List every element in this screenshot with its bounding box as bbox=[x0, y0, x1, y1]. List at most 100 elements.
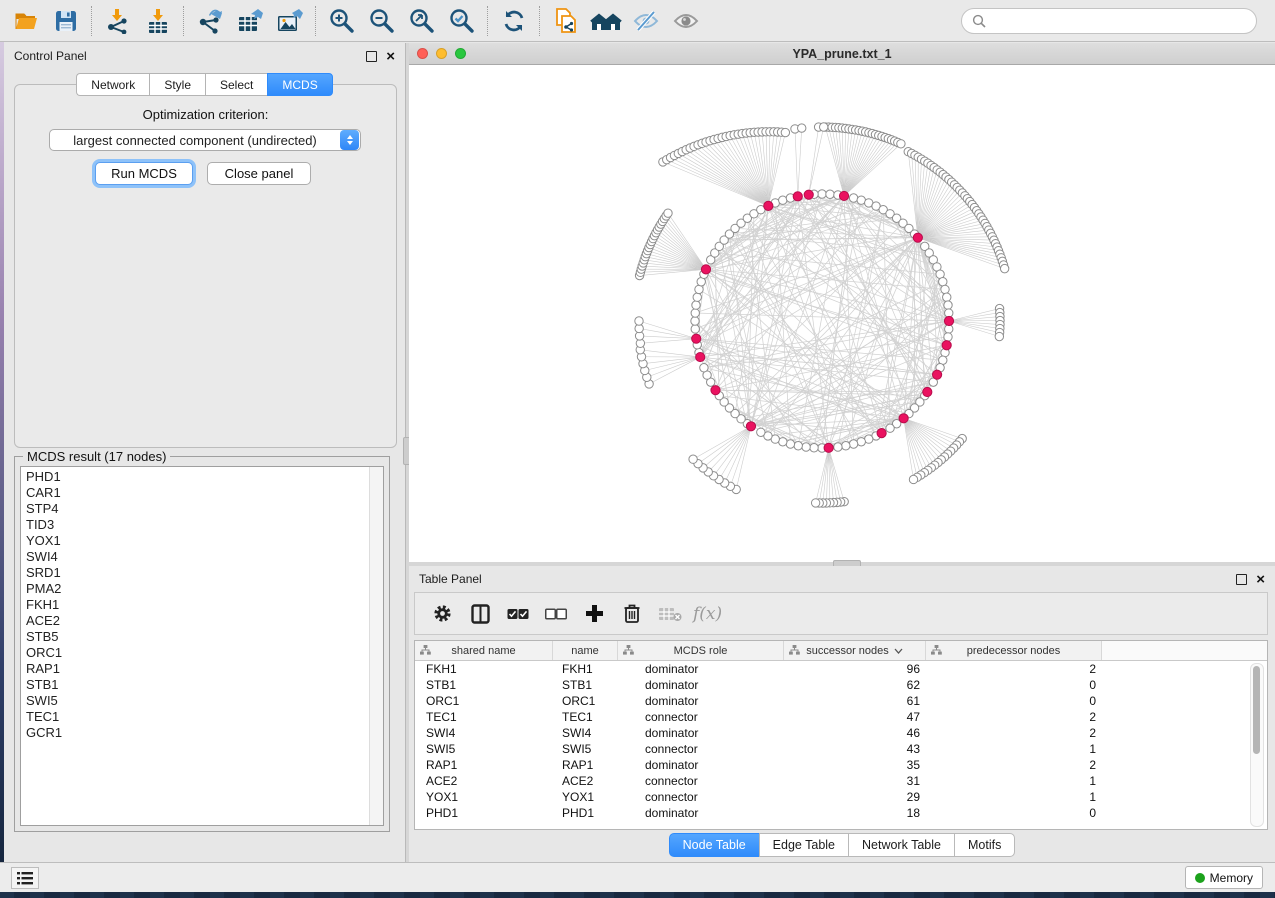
hide-selected-button[interactable] bbox=[626, 3, 666, 39]
export-table-button[interactable] bbox=[230, 3, 270, 39]
delete-column-button[interactable] bbox=[615, 597, 649, 631]
run-mcds-button[interactable]: Run MCDS bbox=[95, 162, 193, 185]
table-cell[interactable]: TEC1 bbox=[415, 709, 553, 725]
search-input[interactable] bbox=[992, 13, 1246, 29]
table-panel-float-button[interactable] bbox=[1236, 574, 1247, 585]
show-all-button[interactable] bbox=[666, 3, 706, 39]
table-cell[interactable]: connector bbox=[618, 709, 784, 725]
show-column-panel-button[interactable] bbox=[463, 597, 497, 631]
table-cell[interactable]: STB1 bbox=[415, 677, 553, 693]
table-row[interactable]: YOX1YOX1connector291 bbox=[415, 789, 1267, 805]
network-window-titlebar[interactable]: YPA_prune.txt_1 bbox=[409, 43, 1275, 65]
mcds-result-item[interactable]: ORC1 bbox=[21, 645, 369, 661]
table-row[interactable]: ACE2ACE2connector311 bbox=[415, 773, 1267, 789]
table-cell[interactable]: STB1 bbox=[553, 677, 618, 693]
table-cell[interactable]: dominator bbox=[618, 677, 784, 693]
mcds-result-item[interactable]: STB1 bbox=[21, 677, 369, 693]
table-cell[interactable]: 0 bbox=[926, 677, 1102, 693]
control-panel-float-button[interactable] bbox=[366, 51, 377, 62]
function-builder-button[interactable]: f(x) bbox=[693, 604, 722, 624]
save-session-button[interactable] bbox=[46, 3, 86, 39]
tab-motifs[interactable]: Motifs bbox=[954, 833, 1015, 857]
create-column-button[interactable] bbox=[577, 597, 611, 631]
table-cell[interactable]: 35 bbox=[784, 757, 926, 773]
table-panel-close-button[interactable]: × bbox=[1256, 574, 1265, 585]
mcds-result-item[interactable]: GCR1 bbox=[21, 725, 369, 741]
table-cell[interactable]: ORC1 bbox=[553, 693, 618, 709]
table-cell[interactable]: PHD1 bbox=[553, 805, 618, 821]
column-header-predecessor-nodes[interactable]: predecessor nodes bbox=[926, 641, 1102, 660]
delete-table-button[interactable] bbox=[653, 597, 687, 631]
table-cell[interactable]: dominator bbox=[618, 661, 784, 677]
tab-network-table[interactable]: Network Table bbox=[848, 833, 954, 857]
tab-select[interactable]: Select bbox=[205, 73, 267, 96]
refresh-button[interactable] bbox=[494, 3, 534, 39]
table-row[interactable]: TEC1TEC1connector472 bbox=[415, 709, 1267, 725]
table-cell[interactable]: RAP1 bbox=[415, 757, 553, 773]
column-header-shared-name[interactable]: shared name bbox=[415, 641, 553, 660]
table-cell[interactable]: FKH1 bbox=[415, 661, 553, 677]
duplicate-network-button[interactable] bbox=[546, 3, 586, 39]
mcds-result-list[interactable]: PHD1CAR1STP4TID3YOX1SWI4SRD1PMA2FKH1ACE2… bbox=[21, 469, 369, 825]
control-panel-close-button[interactable]: × bbox=[386, 51, 395, 62]
network-graph[interactable] bbox=[409, 65, 1275, 562]
table-cell[interactable]: 29 bbox=[784, 789, 926, 805]
tab-node-table[interactable]: Node Table bbox=[669, 833, 759, 857]
table-cell[interactable]: 0 bbox=[926, 805, 1102, 821]
table-scrollbar-thumb[interactable] bbox=[1253, 666, 1260, 754]
table-cell[interactable]: 18 bbox=[784, 805, 926, 821]
table-cell[interactable]: YOX1 bbox=[415, 789, 553, 805]
close-panel-button[interactable]: Close panel bbox=[207, 162, 311, 185]
table-cell[interactable]: 47 bbox=[784, 709, 926, 725]
table-cell[interactable]: 96 bbox=[784, 661, 926, 677]
column-header-successor-nodes[interactable]: successor nodes bbox=[784, 641, 926, 660]
table-cell[interactable]: 2 bbox=[926, 661, 1102, 677]
table-cell[interactable]: 1 bbox=[926, 789, 1102, 805]
mcds-result-item[interactable]: STB5 bbox=[21, 629, 369, 645]
table-cell[interactable]: TEC1 bbox=[553, 709, 618, 725]
mcds-result-item[interactable]: CAR1 bbox=[21, 485, 369, 501]
mcds-result-item[interactable]: TID3 bbox=[21, 517, 369, 533]
table-cell[interactable]: SWI5 bbox=[553, 741, 618, 757]
table-cell[interactable]: connector bbox=[618, 789, 784, 805]
table-cell[interactable]: 0 bbox=[926, 693, 1102, 709]
select-all-columns-button[interactable] bbox=[501, 597, 535, 631]
table-row[interactable]: FKH1FKH1dominator962 bbox=[415, 661, 1267, 677]
mcds-result-item[interactable]: RAP1 bbox=[21, 661, 369, 677]
table-cell[interactable]: dominator bbox=[618, 693, 784, 709]
first-neighbors-button[interactable] bbox=[586, 3, 626, 39]
mcds-result-item[interactable]: STP4 bbox=[21, 501, 369, 517]
table-row[interactable]: STB1STB1dominator620 bbox=[415, 677, 1267, 693]
mcds-result-item[interactable]: PHD1 bbox=[21, 469, 369, 485]
mcds-result-item[interactable]: SRD1 bbox=[21, 565, 369, 581]
network-canvas[interactable] bbox=[409, 65, 1275, 562]
table-cell[interactable]: RAP1 bbox=[553, 757, 618, 773]
table-cell[interactable]: 31 bbox=[784, 773, 926, 789]
import-table-button[interactable] bbox=[138, 3, 178, 39]
table-cell[interactable]: 61 bbox=[784, 693, 926, 709]
table-cell[interactable]: SWI4 bbox=[553, 725, 618, 741]
table-cell[interactable]: connector bbox=[618, 741, 784, 757]
export-image-button[interactable] bbox=[270, 3, 310, 39]
table-cell[interactable]: FKH1 bbox=[553, 661, 618, 677]
mcds-result-item[interactable]: SWI5 bbox=[21, 693, 369, 709]
mcds-list-scrollbar[interactable] bbox=[369, 467, 383, 825]
table-cell[interactable]: dominator bbox=[618, 725, 784, 741]
criterion-dropdown[interactable]: largest connected component (undirected) bbox=[49, 129, 361, 151]
table-cell[interactable]: dominator bbox=[618, 757, 784, 773]
tab-network[interactable]: Network bbox=[76, 73, 149, 96]
task-history-button[interactable] bbox=[11, 867, 39, 889]
table-row[interactable]: ORC1ORC1dominator610 bbox=[415, 693, 1267, 709]
table-row[interactable]: SWI5SWI5connector431 bbox=[415, 741, 1267, 757]
table-cell[interactable]: SWI4 bbox=[415, 725, 553, 741]
zoom-fit-button[interactable] bbox=[402, 3, 442, 39]
table-cell[interactable]: connector bbox=[618, 773, 784, 789]
table-cell[interactable]: ORC1 bbox=[415, 693, 553, 709]
memory-button[interactable]: Memory bbox=[1185, 866, 1263, 889]
table-cell[interactable]: PHD1 bbox=[415, 805, 553, 821]
table-settings-button[interactable] bbox=[425, 597, 459, 631]
zoom-out-button[interactable] bbox=[362, 3, 402, 39]
table-cell[interactable]: 2 bbox=[926, 757, 1102, 773]
mcds-result-item[interactable]: TEC1 bbox=[21, 709, 369, 725]
column-header-MCDS-role[interactable]: MCDS role bbox=[618, 641, 784, 660]
